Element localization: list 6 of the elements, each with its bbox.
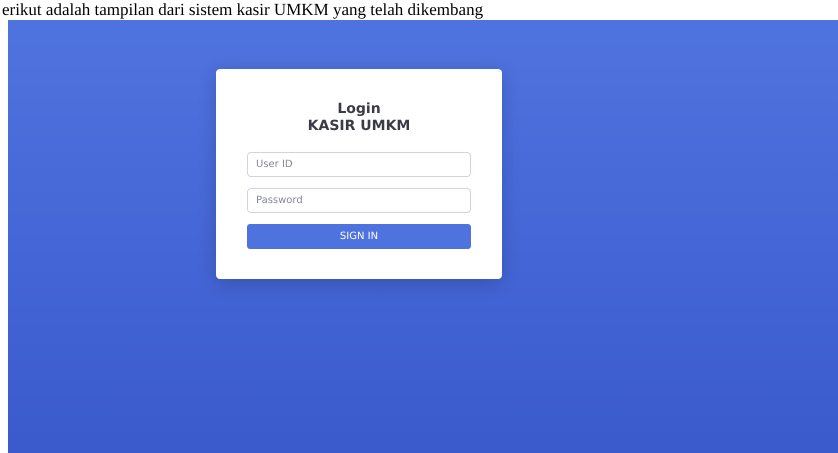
input-field[interactable]: Password: [247, 188, 471, 213]
app-name: KASIR UMKM: [308, 118, 410, 135]
login-title: Login: [337, 101, 381, 118]
caption-text: erikut adalah tampilan dari sistem kasir UMKM yang telah dikembang: [1, 0, 484, 20]
input-field[interactable]: User ID: [247, 152, 471, 177]
sign-in-button[interactable]: SIGN IN: [247, 224, 471, 249]
